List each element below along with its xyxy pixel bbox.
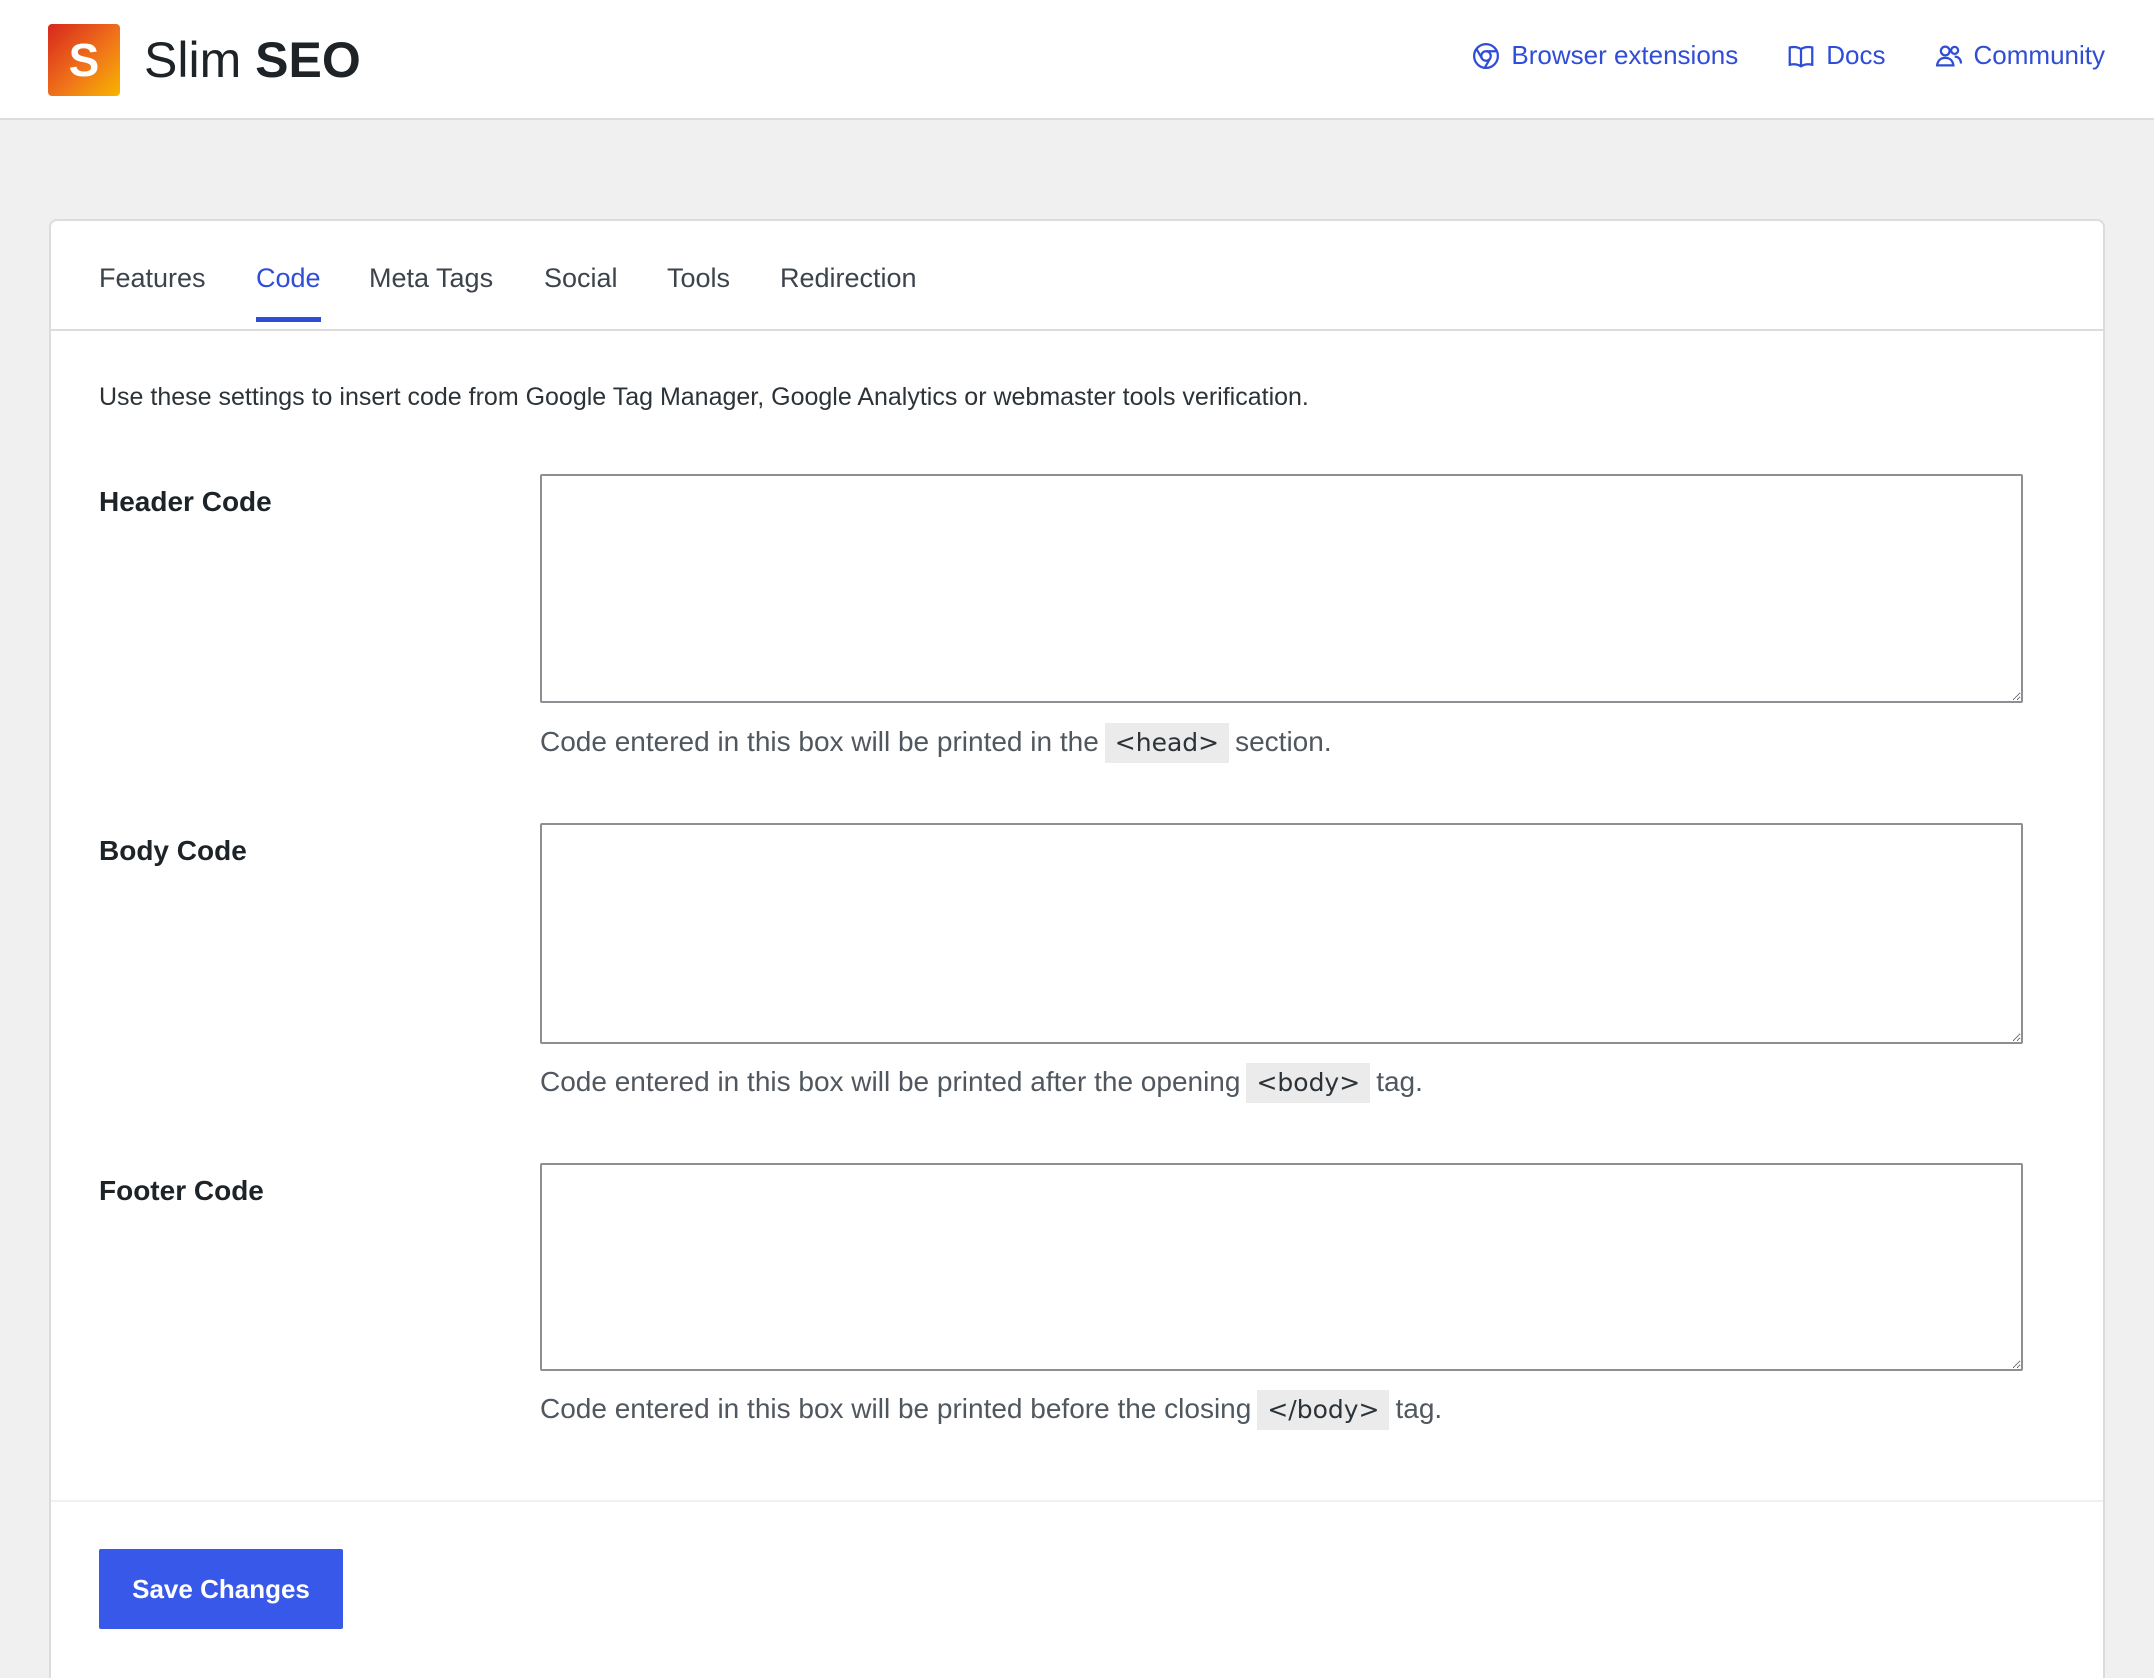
app-title-bold: SEO: [255, 32, 361, 88]
docs-label: Docs: [1826, 40, 1886, 70]
body-tag-code: <body>: [1246, 1063, 1371, 1103]
app-title: Slim SEO: [144, 28, 361, 92]
top-header: S Slim SEO Browser extensions Docs Commu…: [0, 0, 2154, 120]
header-links: Browser extensions Docs Community: [1471, 40, 2105, 71]
footer-code-input[interactable]: [540, 1163, 2023, 1371]
save-changes-button[interactable]: Save Changes: [99, 1549, 343, 1629]
header-code-hint: Code entered in this box will be printed…: [540, 722, 1332, 763]
app-title-light: Slim: [144, 32, 242, 88]
body-code-input[interactable]: [540, 823, 2023, 1044]
community-link[interactable]: Community: [1934, 40, 2105, 71]
tab-tools[interactable]: Tools: [667, 261, 730, 295]
tab-social[interactable]: Social: [544, 261, 618, 295]
browser-extensions-label: Browser extensions: [1511, 40, 1739, 70]
slim-seo-logo: S: [48, 24, 120, 96]
tab-code[interactable]: Code: [256, 261, 321, 322]
settings-card: Features Code Meta Tags Social Tools Red…: [49, 219, 2105, 1678]
header-code-hint-after: section.: [1235, 726, 1332, 757]
body-code-hint: Code entered in this box will be printed…: [540, 1062, 1423, 1103]
docs-link[interactable]: Docs: [1786, 40, 1886, 71]
users-icon: [1935, 45, 1962, 66]
card-footer-divider: [51, 1500, 2103, 1502]
tab-features[interactable]: Features: [99, 261, 206, 295]
community-label: Community: [1973, 40, 2105, 70]
intro-text: Use these settings to insert code from G…: [99, 383, 1309, 411]
browser-extensions-link[interactable]: Browser extensions: [1471, 40, 1738, 71]
closing-body-tag-code: </body>: [1257, 1390, 1390, 1430]
body-code-hint-after: tag.: [1376, 1066, 1423, 1097]
tab-meta-tags[interactable]: Meta Tags: [369, 261, 493, 295]
body-code-hint-before: Code entered in this box will be printed…: [540, 1066, 1241, 1097]
footer-code-hint-before: Code entered in this box will be printed…: [540, 1393, 1252, 1424]
footer-code-hint: Code entered in this box will be printed…: [540, 1389, 1442, 1430]
book-icon: [1788, 45, 1814, 68]
settings-tabs: Features Code Meta Tags Social Tools Red…: [51, 221, 2103, 331]
footer-code-label: Footer Code: [99, 1175, 264, 1206]
body-code-label: Body Code: [99, 835, 247, 866]
chrome-icon: [1473, 42, 1500, 69]
header-code-hint-before: Code entered in this box will be printed…: [540, 726, 1099, 757]
header-code-label: Header Code: [99, 486, 272, 517]
header-code-input[interactable]: [540, 474, 2023, 703]
tab-redirection[interactable]: Redirection: [780, 261, 917, 295]
footer-code-hint-after: tag.: [1395, 1393, 1443, 1424]
head-tag-code: <head>: [1104, 723, 1230, 763]
